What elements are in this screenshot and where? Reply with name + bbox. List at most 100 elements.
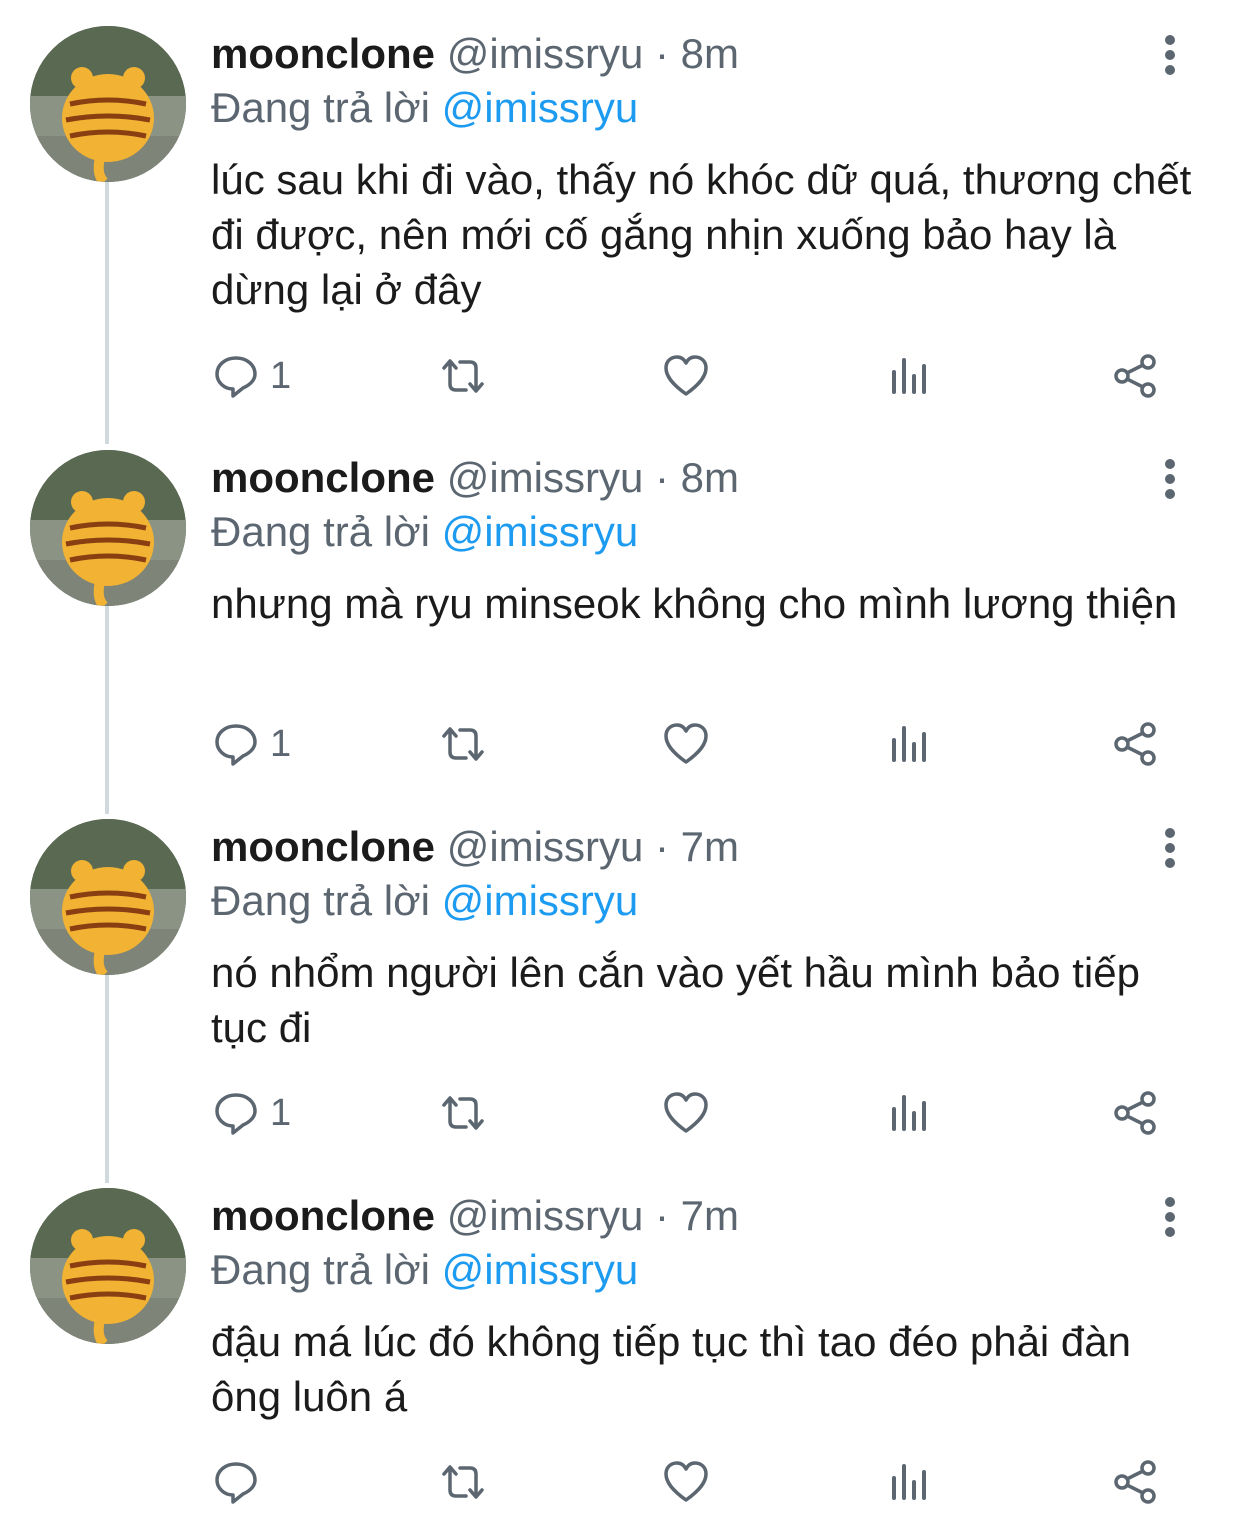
like-icon: [664, 1461, 708, 1502]
retweet-icon: [442, 1465, 484, 1499]
reply-count: 1: [270, 722, 292, 765]
reply-icon: [215, 724, 257, 766]
display-name[interactable]: moonclone: [211, 823, 435, 870]
reply-icon: [215, 1093, 257, 1135]
display-name[interactable]: moonclone: [211, 1192, 435, 1239]
retweet-button[interactable]: [436, 714, 490, 774]
reply-button[interactable]: [212, 1452, 270, 1512]
action-bar: 1: [0, 1083, 1234, 1143]
more-vertical-icon: [1165, 828, 1175, 868]
display-name[interactable]: moonclone: [211, 30, 435, 77]
more-vertical-icon: [1165, 1197, 1175, 1237]
tweet-thread: moonclone @imissryu · 8m Đang trả lời @i…: [0, 0, 1234, 1526]
tweet-time[interactable]: 8m: [681, 30, 739, 77]
views-icon: [892, 1464, 926, 1500]
views-icon: [892, 1095, 926, 1131]
tweet-header: moonclone @imissryu · 7m: [211, 1190, 739, 1242]
avatar[interactable]: [30, 450, 186, 606]
like-button[interactable]: [662, 1083, 710, 1143]
user-handle[interactable]: @imissryu: [447, 1192, 644, 1239]
more-vertical-icon: [1165, 459, 1175, 499]
separator-dot: ·: [655, 454, 669, 501]
more-options-button[interactable]: [1152, 823, 1188, 873]
reply-icon: [215, 1462, 257, 1504]
share-button[interactable]: [1110, 1452, 1160, 1512]
share-icon: [1114, 722, 1156, 766]
like-icon: [664, 723, 708, 764]
retweet-icon: [442, 1096, 484, 1130]
views-button[interactable]: [888, 1452, 932, 1512]
replying-to-handle[interactable]: @imissryu: [442, 84, 639, 131]
replying-to-handle[interactable]: @imissryu: [442, 508, 639, 555]
share-icon: [1114, 354, 1156, 398]
avatar[interactable]: [30, 1188, 186, 1344]
retweet-button[interactable]: [436, 1452, 490, 1512]
replying-to: Đang trả lời @imissryu: [211, 1244, 638, 1296]
separator-dot: ·: [655, 823, 669, 870]
replying-to-label: Đang trả lời: [211, 877, 430, 924]
tiger-avatar-image: [30, 1188, 186, 1344]
tweet-time[interactable]: 7m: [681, 1192, 739, 1239]
user-handle[interactable]: @imissryu: [447, 454, 644, 501]
share-icon: [1114, 1460, 1156, 1504]
replying-to-handle[interactable]: @imissryu: [442, 877, 639, 924]
user-handle[interactable]: @imissryu: [447, 823, 644, 870]
replying-to: Đang trả lời @imissryu: [211, 875, 638, 927]
reply-button[interactable]: 1: [212, 1083, 291, 1143]
share-button[interactable]: [1110, 714, 1160, 774]
more-vertical-icon: [1165, 35, 1175, 75]
tweet-text: lúc sau khi đi vào, thấy nó khóc dữ quá,…: [211, 156, 1192, 313]
user-handle[interactable]: @imissryu: [447, 30, 644, 77]
action-bar: [0, 1452, 1234, 1512]
tweet-header: moonclone @imissryu · 7m: [211, 821, 739, 873]
reply-icon: [215, 356, 257, 398]
replying-to-label: Đang trả lời: [211, 84, 430, 131]
tweet-text: nhưng mà ryu minseok không cho mình lươn…: [211, 580, 1178, 627]
retweet-button[interactable]: [436, 346, 490, 406]
share-icon: [1114, 1091, 1156, 1135]
more-options-button[interactable]: [1152, 1192, 1188, 1242]
share-button[interactable]: [1110, 1083, 1160, 1143]
tiger-avatar-image: [30, 26, 186, 182]
like-button[interactable]: [662, 346, 710, 406]
tweet-text: đậu má lúc đó không tiếp tục thì tao đéo…: [211, 1318, 1132, 1420]
retweet-button[interactable]: [436, 1083, 490, 1143]
separator-dot: ·: [655, 1192, 669, 1239]
views-button[interactable]: [888, 1083, 932, 1143]
views-button[interactable]: [888, 346, 932, 406]
like-button[interactable]: [662, 1452, 710, 1512]
thread-connector: [105, 606, 109, 814]
avatar[interactable]: [30, 26, 186, 182]
action-bar: 1: [0, 714, 1234, 774]
reply-count: 1: [270, 354, 292, 397]
more-options-button[interactable]: [1152, 30, 1188, 80]
like-icon: [664, 1092, 708, 1133]
replying-to: Đang trả lời @imissryu: [211, 82, 638, 134]
more-options-button[interactable]: [1152, 454, 1188, 504]
tweet-text: nó nhổm người lên cắn vào yết hầu mình b…: [211, 949, 1140, 1051]
replying-to-handle[interactable]: @imissryu: [442, 1246, 639, 1293]
reply-count: 1: [270, 1091, 292, 1134]
replying-to-label: Đang trả lời: [211, 508, 430, 555]
separator-dot: ·: [655, 30, 669, 77]
like-button[interactable]: [662, 714, 710, 774]
reply-button[interactable]: 1: [212, 346, 291, 406]
tweet-time[interactable]: 7m: [681, 823, 739, 870]
views-button[interactable]: [888, 714, 932, 774]
retweet-icon: [442, 359, 484, 393]
display-name[interactable]: moonclone: [211, 454, 435, 501]
action-bar: 1: [0, 346, 1234, 406]
replying-to-label: Đang trả lời: [211, 1246, 430, 1293]
views-icon: [892, 726, 926, 762]
avatar[interactable]: [30, 819, 186, 975]
thread-connector: [105, 975, 109, 1183]
tweet-time[interactable]: 8m: [681, 454, 739, 501]
reply-button[interactable]: 1: [212, 714, 291, 774]
tweet-header: moonclone @imissryu · 8m: [211, 452, 739, 504]
views-icon: [892, 358, 926, 394]
tiger-avatar-image: [30, 819, 186, 975]
tweet-header: moonclone @imissryu · 8m: [211, 28, 739, 80]
replying-to: Đang trả lời @imissryu: [211, 506, 638, 558]
tiger-avatar-image: [30, 450, 186, 606]
share-button[interactable]: [1110, 346, 1160, 406]
